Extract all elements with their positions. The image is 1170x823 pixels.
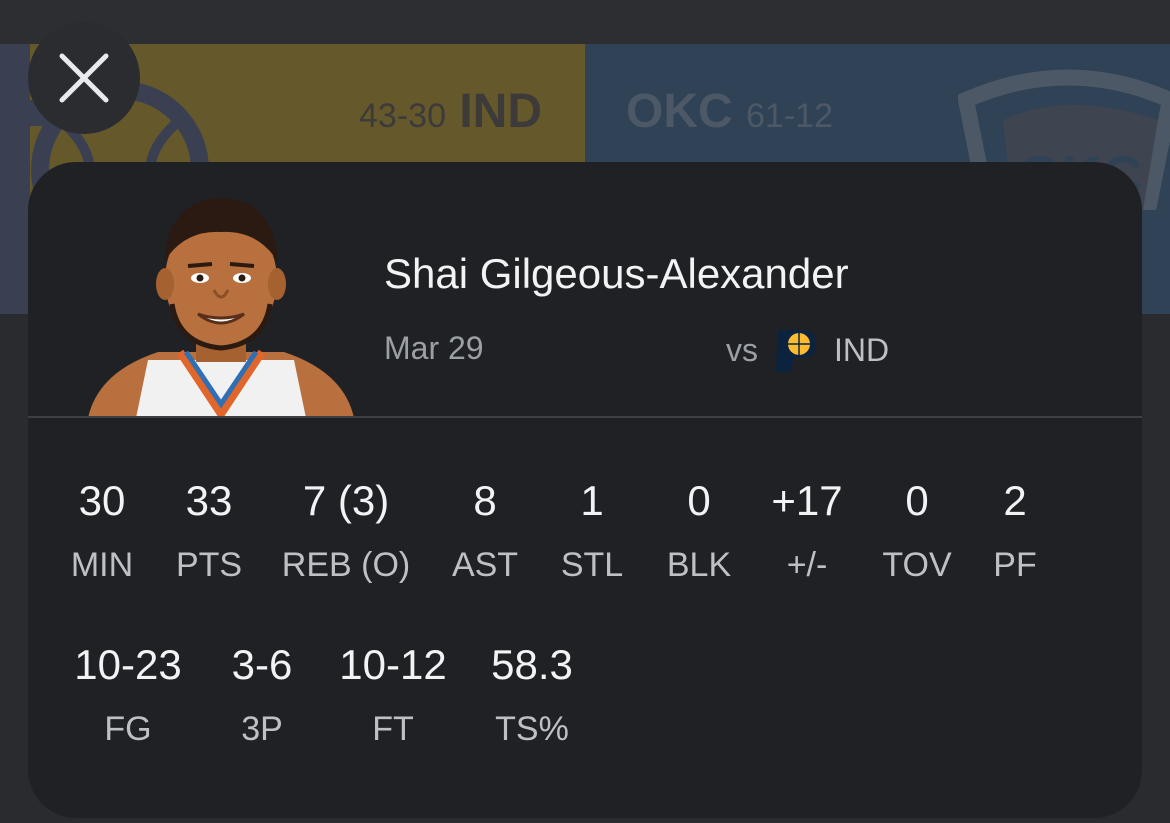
stat-label: FT: [372, 710, 414, 748]
stat-label: BLK: [666, 546, 732, 584]
stat-value: 2: [1003, 477, 1027, 524]
vs-label: vs: [726, 331, 758, 368]
stat-label: PF: [993, 546, 1037, 584]
stat-blk: 0 BLK: [666, 477, 732, 584]
stat-pf: 2 PF: [993, 477, 1037, 584]
stat-label: TS%: [495, 710, 569, 748]
stat-value: 1: [580, 477, 604, 524]
stat-label: FG: [104, 710, 152, 748]
stat-ft: 10-12 FT: [339, 641, 447, 748]
stat-fg: 10-23 FG: [74, 641, 182, 748]
stat-value: +17: [771, 477, 843, 524]
stat-plus-minus: +17 +/-: [771, 477, 843, 584]
stat-label: TOV: [882, 546, 952, 584]
stat-label: AST: [451, 546, 519, 584]
card-divider: [28, 416, 1142, 418]
opponent-row: vs IND: [726, 326, 889, 374]
player-name: Shai Gilgeous-Alexander: [384, 250, 849, 297]
home-team-abbr: IND: [459, 85, 542, 138]
stat-3p: 3-6 3P: [231, 641, 293, 748]
player-stats-card: Shai Gilgeous-Alexander Mar 29 vs IND 30…: [28, 162, 1142, 818]
stat-label: REB (O): [281, 546, 411, 584]
stat-min: 30 MIN: [70, 477, 134, 584]
stat-reb: 7 (3) REB (O): [281, 477, 411, 584]
away-team-record: 61-12: [746, 97, 833, 135]
opponent-abbr: IND: [834, 331, 890, 368]
game-date: Mar 29: [384, 330, 484, 366]
stat-tov: 0 TOV: [882, 477, 952, 584]
stat-value: 0: [687, 477, 711, 524]
close-icon: [59, 53, 109, 103]
stat-value: 33: [185, 477, 233, 524]
stat-value: 10-23: [74, 641, 182, 688]
home-team-label: 43-30 IND: [359, 84, 542, 139]
stat-value: 3-6: [231, 641, 293, 688]
home-team-record: 43-30: [359, 97, 446, 135]
stat-label: 3P: [241, 710, 283, 748]
stat-label: PTS: [175, 546, 243, 584]
stat-value: 7 (3): [302, 477, 390, 524]
away-team-abbr: OKC: [626, 85, 733, 138]
stat-value: 30: [78, 477, 126, 524]
stat-ast: 8 AST: [451, 477, 519, 584]
stat-value: 0: [905, 477, 929, 524]
stat-stl: 1 STL: [560, 477, 624, 584]
scoreboard-top-bar: [0, 0, 1170, 44]
stat-value: 10-12: [339, 641, 447, 688]
stat-label: STL: [560, 546, 624, 584]
stat-value: 58.3: [491, 641, 573, 688]
close-button[interactable]: [28, 22, 140, 134]
stat-value: 8: [473, 477, 497, 524]
player-avatar: [88, 198, 354, 418]
stat-pts: 33 PTS: [175, 477, 243, 584]
stat-ts: 58.3 TS%: [491, 641, 573, 748]
away-team-label: OKC 61-12: [626, 84, 833, 139]
stat-label: MIN: [70, 546, 134, 584]
pacers-logo-icon: [776, 330, 816, 372]
stat-label: +/-: [786, 546, 828, 584]
